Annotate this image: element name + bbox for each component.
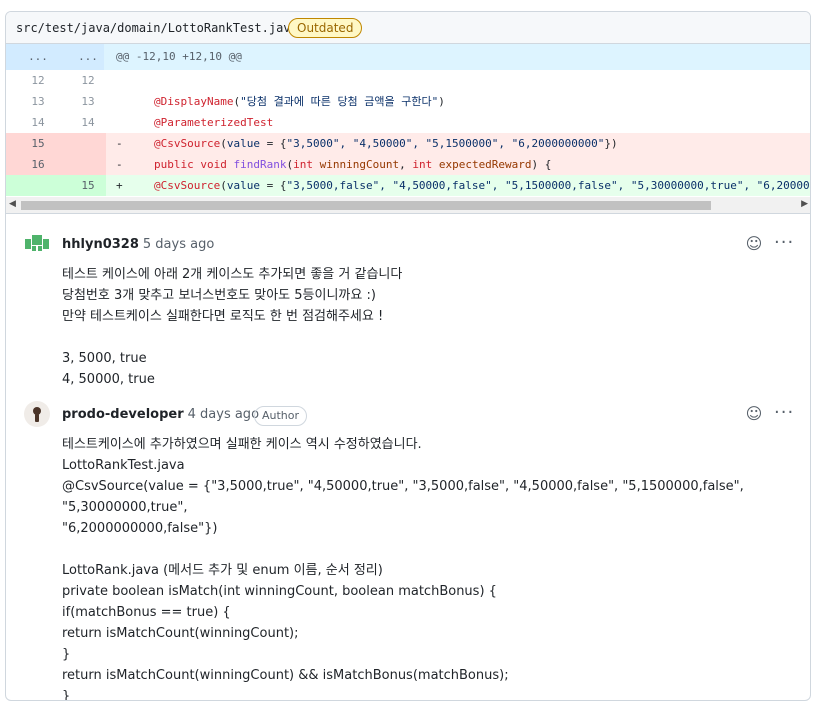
param-token: value <box>226 137 260 150</box>
code-text: public void findRank(int winningCount, i… <box>154 154 551 175</box>
code-text: @CsvSource(value = {"3,5000", "4,50000",… <box>154 133 618 154</box>
annotation-token: @ParameterizedTest <box>154 116 274 129</box>
diff-line-14[interactable]: 14 14 @ParameterizedTest <box>6 112 810 133</box>
code-text: @ParameterizedTest <box>154 112 273 133</box>
diff-line-deleted-15[interactable]: 15 - @CsvSource(value = {"3,5000", "4,50… <box>6 133 810 154</box>
smiley-icon[interactable]: ☺ <box>745 405 763 423</box>
hunk-header-row[interactable]: ... ... @@ -12,10 +12,10 @@ <box>6 44 810 70</box>
author-link[interactable]: hhlyn0328 <box>62 237 139 252</box>
punct-token: ( <box>220 137 227 150</box>
avatar[interactable] <box>24 231 50 257</box>
punct-token: }) <box>604 137 618 150</box>
comment-author-line: prodo-developer 4 days ago <box>62 407 259 422</box>
old-line-number[interactable]: 15 <box>18 133 58 154</box>
string-token: "당첨 결과에 따른 당첨 금액을 구한다" <box>240 95 439 108</box>
kebab-horizontal-icon[interactable]: ··· <box>774 404 794 422</box>
old-line-number[interactable]: 16 <box>18 154 58 175</box>
deletion-sign: - <box>116 137 123 150</box>
new-line-number[interactable]: 12 <box>68 70 108 91</box>
user-avatar-icon <box>33 407 41 422</box>
diff-line-deleted-16[interactable]: 16 - public void findRank(int winningCou… <box>6 154 810 175</box>
file-header: src/test/java/domain/LottoRankTest.java … <box>6 12 810 44</box>
keyword-token: int <box>293 158 320 171</box>
comment-body: 테스트케이스에 추가하였으며 실패한 케이스 역시 수정하였습니다. Lotto… <box>62 437 744 701</box>
scrollbar-thumb[interactable] <box>21 201 711 210</box>
param-token: winningCount <box>319 158 400 171</box>
old-line-number[interactable]: 14 <box>18 112 58 133</box>
outdated-badge: Outdated <box>288 18 363 38</box>
new-line-number[interactable]: 13 <box>68 91 108 112</box>
comment-timestamp[interactable]: 4 days ago <box>188 407 259 422</box>
expand-up-button[interactable]: ... <box>18 44 58 70</box>
kebab-horizontal-icon[interactable]: ··· <box>774 234 794 252</box>
identicon-icon <box>25 235 49 251</box>
annotation-token: @DisplayName <box>154 95 234 108</box>
keyword-token: public void <box>154 158 234 171</box>
function-token: findRank <box>233 158 287 171</box>
scroll-left-icon[interactable]: ◀ <box>9 199 16 209</box>
old-line-number[interactable]: 13 <box>18 91 58 112</box>
comment-timestamp[interactable]: 5 days ago <box>143 237 214 252</box>
new-line-number[interactable]: 15 <box>68 175 108 196</box>
punct-token: ( <box>220 179 227 192</box>
addition-sign: + <box>116 179 123 192</box>
punct-token: = { <box>259 179 287 192</box>
review-thread-card: src/test/java/domain/LottoRankTest.java … <box>5 11 811 701</box>
expand-down-button[interactable]: ... <box>68 44 108 70</box>
new-line-number[interactable]: 14 <box>68 112 108 133</box>
comment-body: 테스트 케이스에 아래 2개 케이스도 추가되면 좋을 거 같습니다 당첨번호 … <box>62 267 403 387</box>
keyword-token: int <box>412 158 439 171</box>
comment-author-line: hhlyn0328 5 days ago <box>62 237 214 252</box>
annotation-token: @CsvSource <box>154 137 221 150</box>
horizontal-scrollbar[interactable]: ◀ ▶ <box>6 197 810 214</box>
deletion-sign: - <box>116 158 123 171</box>
file-path-link[interactable]: src/test/java/domain/LottoRankTest.java <box>16 21 298 35</box>
code-text: @CsvSource(value = {"3,5000,false", "4,5… <box>154 175 811 196</box>
author-link[interactable]: prodo-developer <box>62 407 184 422</box>
diff-line-13[interactable]: 13 13 @DisplayName("당첨 결과에 따른 당첨 금액을 구한다… <box>6 91 810 112</box>
string-token: "3,5000,false", "4,50000,false", "5,1500… <box>286 179 811 192</box>
scroll-right-icon[interactable]: ▶ <box>801 199 808 209</box>
annotation-token: @CsvSource <box>154 179 221 192</box>
punct-token: = { <box>259 137 287 150</box>
avatar[interactable] <box>24 401 50 427</box>
param-token: expectedReward <box>438 158 532 171</box>
diff-snippet: ... ... @@ -12,10 +12,10 @@ 12 12 13 13 … <box>6 44 811 196</box>
old-line-number[interactable]: 12 <box>18 70 58 91</box>
param-token: value <box>226 179 260 192</box>
code-text: @DisplayName("당첨 결과에 따른 당첨 금액을 구한다") <box>154 91 445 112</box>
hunk-header-text: @@ -12,10 +12,10 @@ <box>116 50 242 63</box>
diff-line-added-15[interactable]: 15 + @CsvSource(value = {"3,5000,false",… <box>6 175 811 196</box>
punct-token: ) { <box>531 158 552 171</box>
diff-line-12[interactable]: 12 12 <box>6 70 810 91</box>
string-token: "3,5000", "4,50000", "5,1500000", "6,200… <box>286 137 605 150</box>
punct-token: ) <box>438 95 445 108</box>
punct-token: , <box>399 158 413 171</box>
author-role-badge: Author <box>254 406 308 426</box>
smiley-icon[interactable]: ☺ <box>745 235 763 253</box>
